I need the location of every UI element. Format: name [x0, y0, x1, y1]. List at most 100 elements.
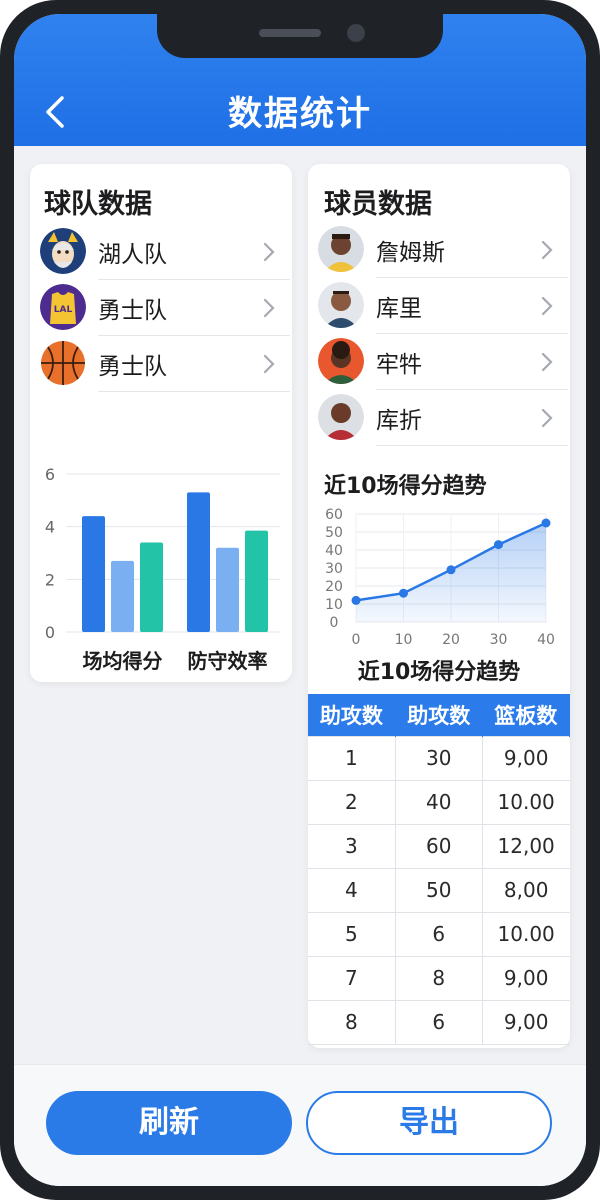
y-tick-label: 10	[325, 597, 343, 613]
table-row: 8 6 9,00	[308, 999, 570, 1045]
player-avatar-icon	[318, 338, 364, 384]
bar	[187, 492, 210, 632]
table-cell: 9,00	[481, 955, 570, 1001]
table-cell: 8	[394, 955, 483, 1001]
bar	[140, 542, 163, 632]
player-name-label: 库里	[376, 296, 422, 322]
line-chart-title: 近10场得分趋势	[324, 474, 487, 499]
table-cell: 6	[394, 999, 483, 1045]
table-row: 7 8 9,00	[308, 955, 570, 1001]
bottom-action-bar: 刷新 导出	[14, 1064, 586, 1186]
x-tick-label: 20	[442, 632, 460, 648]
bar	[216, 547, 239, 632]
front-camera	[347, 24, 365, 42]
chevron-right-icon	[541, 408, 553, 428]
table-cell: 10.00	[481, 779, 570, 825]
y-tick-label: 50	[325, 525, 343, 541]
player-data-card: 球员数据 詹姆斯 库里 牢牪 库折 近10场得分趋势 0 10 20 30 40…	[308, 164, 571, 1048]
player-item-curry[interactable]: 库里	[318, 278, 568, 334]
line-chart-caption: 近10场得分趋势	[357, 660, 521, 685]
y-tick-label: 30	[325, 561, 343, 577]
basketball-icon	[40, 340, 86, 386]
chevron-right-icon	[541, 352, 553, 372]
x-category-label: 场均得分	[83, 649, 163, 673]
player-item-3[interactable]: 牢牪	[318, 334, 568, 390]
table-row: 5 6 10.00	[308, 911, 570, 957]
table-cell: 5	[308, 911, 396, 957]
data-point	[494, 540, 503, 550]
table-row: 2 40 10.00	[308, 779, 570, 825]
y-tick-label: 6	[45, 465, 55, 484]
phone-notch	[157, 14, 443, 58]
table-cell: 6	[394, 911, 483, 957]
column-header[interactable]: 篮板数	[482, 694, 571, 736]
table-cell: 8	[308, 999, 396, 1045]
team-item-warriors[interactable]: LAL 勇士队	[40, 280, 290, 336]
jersey-icon: LAL	[40, 284, 86, 330]
x-tick-label: 10	[395, 632, 413, 648]
table-cell: 1	[308, 735, 396, 781]
bar	[245, 530, 268, 632]
table-cell: 4	[308, 867, 396, 913]
y-tick-label: 0	[330, 615, 339, 631]
team-data-title: 球队数据	[44, 189, 152, 220]
column-header[interactable]: 助攻数	[308, 694, 396, 736]
bar	[82, 516, 105, 632]
table-cell: 30	[394, 735, 483, 781]
table-header-row: 助攻数 助攻数 篮板数	[308, 694, 571, 736]
y-tick-label: 20	[325, 579, 343, 595]
player-item-4[interactable]: 库折	[318, 390, 568, 446]
table-row: 3 60 12,00	[308, 823, 570, 869]
y-tick-label: 60	[325, 507, 343, 523]
column-header[interactable]: 助攻数	[395, 694, 483, 736]
player-avatar-icon	[318, 282, 364, 328]
data-point	[351, 595, 361, 605]
team-bar-chart: 0 2 4 6 场均得分 防守效率	[45, 465, 280, 673]
x-tick-label: 30	[490, 632, 508, 648]
player-data-title: 球员数据	[324, 189, 432, 220]
team-name-label: 勇士队	[98, 354, 167, 380]
table-row: 1 30 9,00	[308, 735, 570, 781]
app-screen: 数据统计 球队数据 湖人队 LAL 勇士队 勇士队 0 2 4 6 场均得分 防…	[14, 14, 586, 1186]
chevron-right-icon	[541, 240, 553, 260]
table-cell: 7	[308, 955, 396, 1001]
team-name-label: 湖人队	[98, 242, 167, 268]
player-item-james[interactable]: 詹姆斯	[318, 222, 568, 278]
row-divider	[376, 445, 568, 446]
team-item-lakers[interactable]: 湖人队	[40, 224, 290, 280]
y-tick-label: 0	[45, 623, 55, 642]
chevron-right-icon	[263, 354, 275, 374]
chevron-right-icon	[263, 242, 275, 262]
lakers-mascot-icon	[40, 228, 86, 274]
table-cell: 2	[308, 779, 396, 825]
data-point	[541, 518, 551, 528]
page-title: 数据统计	[228, 94, 372, 134]
data-point	[446, 565, 456, 575]
table-cell: 50	[394, 867, 483, 913]
y-tick-label: 2	[45, 570, 55, 589]
chevron-right-icon	[263, 298, 275, 318]
x-tick-label: 0	[352, 632, 361, 648]
table-cell: 8,00	[481, 867, 570, 913]
stats-table: 助攻数 助攻数 篮板数 1 30 9,00 2 40 10.00 3 60 12,00 4 50 8,…	[308, 694, 571, 1045]
data-point	[399, 588, 408, 598]
table-cell: 3	[308, 823, 396, 869]
team-item-warriors-2[interactable]: 勇士队	[40, 336, 290, 392]
player-name-label: 库折	[376, 408, 422, 434]
refresh-button[interactable]: 刷新	[46, 1091, 292, 1155]
table-row: 4 50 8,00	[308, 867, 570, 913]
x-category-label: 防守效率	[188, 649, 268, 673]
table-cell: 60	[394, 823, 483, 869]
speaker-grill	[259, 29, 321, 37]
svg-text:LAL: LAL	[54, 305, 73, 315]
table-cell: 40	[394, 779, 483, 825]
x-tick-label: 40	[537, 632, 555, 648]
export-button[interactable]: 导出	[306, 1091, 552, 1155]
phone-frame: 数据统计 球队数据 湖人队 LAL 勇士队 勇士队 0 2 4 6 场均得分 防…	[0, 0, 600, 1200]
team-data-card: 球队数据 湖人队 LAL 勇士队 勇士队 0 2 4 6 场均得分 防守效率	[30, 164, 292, 682]
bar	[111, 560, 134, 632]
player-avatar-icon	[318, 394, 364, 440]
table-cell: 9,00	[481, 999, 570, 1045]
chevron-right-icon	[541, 296, 553, 316]
y-tick-label: 40	[325, 543, 343, 559]
